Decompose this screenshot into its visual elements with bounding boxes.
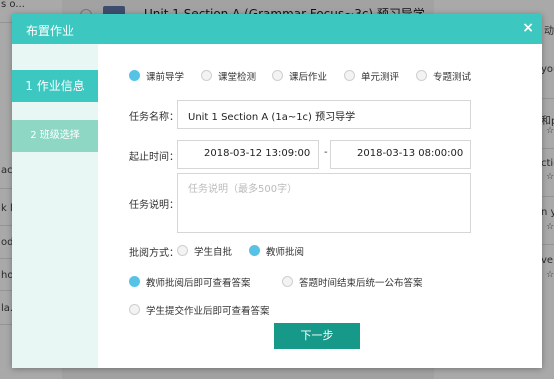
time-separator: - <box>324 147 328 158</box>
task-type-label: 课前导学 <box>146 72 185 83</box>
end-time-input[interactable]: 2018-03-13 08:00:00 <box>330 140 471 169</box>
review-method-label: 批阅方式： <box>129 248 179 259</box>
answer-option-label: 教师批阅后即可查看答案 <box>146 278 251 289</box>
answer-option-label: 答题时间结束后统一公布答案 <box>299 278 423 289</box>
task-type-label: 专题测试 <box>433 72 472 83</box>
review-radio-self[interactable] <box>177 245 188 256</box>
background-right-snippet: n yo <box>541 207 554 218</box>
answer-radio-after-deadline[interactable] <box>282 276 293 287</box>
step-homework-info[interactable]: 1 作业信息 <box>12 70 98 102</box>
task-type-label: 课堂检测 <box>218 72 257 83</box>
assign-homework-dialog: 布置作业 × 1 作业信息 2 班级选择 课前导学 课堂检测 课后作业 单元测评… <box>12 14 542 368</box>
background-right-snippet: 和p <box>541 116 554 127</box>
background-right-snippet: ction <box>541 158 554 169</box>
background-left-snippet: s o... <box>1 0 25 10</box>
dialog-title: 布置作业 <box>26 24 75 38</box>
task-type-radio-homework[interactable] <box>272 70 283 81</box>
description-label: 任务说明： <box>129 200 179 211</box>
close-icon[interactable]: × <box>522 20 534 36</box>
answer-radio-after-submit[interactable] <box>129 304 140 315</box>
task-type-label: 单元测评 <box>361 72 400 83</box>
start-time-input[interactable]: 2018-03-12 13:09:00 <box>177 140 319 169</box>
background-right-snippet: ve S <box>541 255 554 266</box>
review-option-label: 教师批阅 <box>266 247 305 258</box>
review-radio-teacher[interactable] <box>249 245 260 256</box>
review-option-label: 学生自批 <box>194 247 233 258</box>
time-label: 起止时间： <box>129 152 179 163</box>
background-right-snippet: 动讲 <box>544 26 554 37</box>
task-type-radio-topic-test[interactable] <box>416 70 427 81</box>
answer-option-label: 学生提交作业后即可查看答案 <box>146 306 270 317</box>
task-name-label: 任务名称： <box>129 112 179 123</box>
step-class-select[interactable]: 2 班级选择 <box>12 120 98 152</box>
dialog-header: 布置作业 × <box>12 14 542 44</box>
task-type-radio-classroom[interactable] <box>201 70 212 81</box>
next-step-button[interactable]: 下一步 <box>274 323 360 349</box>
task-name-input[interactable]: Unit 1 Section A (1a~1c) 预习导学 <box>177 100 471 129</box>
description-textarea[interactable]: 任务说明（最多500字） <box>177 173 471 233</box>
task-type-radio-preview[interactable] <box>129 70 140 81</box>
answer-radio-after-review[interactable] <box>129 276 140 287</box>
background-right-snippet: you <box>541 64 554 75</box>
task-type-label: 课后作业 <box>289 72 328 83</box>
steps-sidebar: 1 作业信息 2 班级选择 <box>12 44 98 368</box>
task-type-radio-unit-test[interactable] <box>344 70 355 81</box>
